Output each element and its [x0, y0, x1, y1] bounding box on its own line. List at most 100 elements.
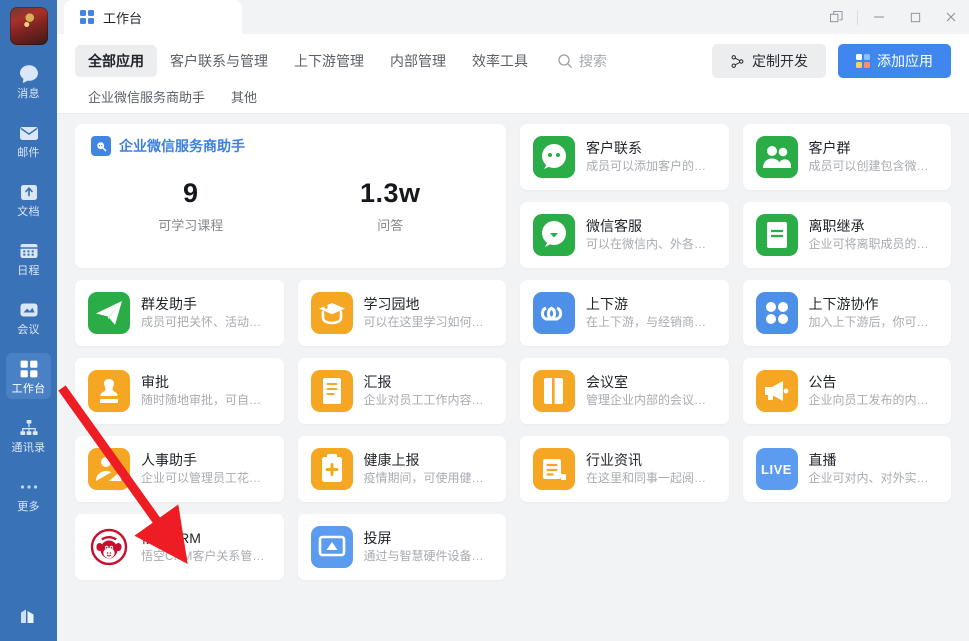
sidebar-item-label: 日程 [17, 265, 40, 278]
app-card-desc: 随时随地审批，可自定… [141, 392, 271, 409]
app-grid: 企业微信服务商助手 9可学习课程1.3w问答 客户联系成员可以添加客户的微… 客户… [75, 124, 951, 580]
app-card[interactable]: 群发助手成员可把关怀、活动等… [75, 280, 284, 346]
category-row-primary: 全部应用客户联系与管理上下游管理内部管理效率工具 搜索 [75, 42, 951, 80]
close-window-button[interactable] [933, 2, 969, 32]
app-card[interactable]: 会议室管理企业内部的会议室… [520, 358, 729, 424]
sidebar-item-5[interactable]: 会议 [6, 294, 51, 340]
sidebar-item-label: 工作台 [12, 383, 46, 396]
category-tab-row1-5[interactable]: 效率工具 [459, 45, 541, 77]
app-card[interactable]: 微信客服可以在微信内、外各个… [520, 202, 729, 268]
app-card[interactable]: 离职继承企业可将离职成员的客… [743, 202, 952, 268]
promo-stat-label: 可学习课程 [91, 215, 291, 234]
custom-dev-button[interactable]: 定制开发 [712, 44, 826, 78]
app-card[interactable]: 公告企业向员工发布的内部… [743, 358, 952, 424]
app-card-text: 汇报企业对员工工作内容及… [364, 373, 494, 409]
sidebar-item-4[interactable]: 日程 [6, 235, 51, 281]
app-card[interactable]: 悟空CRM悟空CRM客户关系管理… [75, 514, 284, 580]
graduation-hat-icon [311, 292, 353, 334]
app-card[interactable]: 人事助手企业可以管理员工花名… [75, 436, 284, 502]
app-card-text: 客户联系成员可以添加客户的微… [586, 139, 716, 175]
group-people-icon [756, 136, 798, 178]
app-card-desc: 在这里和同事一起阅读… [586, 470, 716, 487]
promo-stat-value: 1.3w [291, 176, 491, 210]
minimize-window-button[interactable] [861, 2, 897, 32]
category-tab-row1-1[interactable]: 全部应用 [75, 45, 157, 77]
restore-window-button[interactable] [818, 2, 854, 32]
left-nav-rail: 消息邮件文档日程会议工作台通讯录更多 [0, 0, 57, 641]
app-card[interactable]: 健康上报疫情期间，可使用健康… [298, 436, 507, 502]
sidebar-item-6[interactable]: 工作台 [6, 353, 51, 399]
app-card-text: 上下游在上下游，与经销商、… [586, 295, 716, 331]
app-card-text: 离职继承企业可将离职成员的客… [809, 217, 939, 253]
sidebar-item-8[interactable]: 更多 [6, 471, 51, 517]
app-card[interactable]: 汇报企业对员工工作内容及… [298, 358, 507, 424]
search-icon [557, 53, 573, 69]
promo-stat-2: 1.3w问答 [291, 176, 491, 234]
sidebar-item-1[interactable]: 消息 [6, 58, 51, 104]
category-tab-row1-3[interactable]: 上下游管理 [281, 45, 377, 77]
maximize-window-button[interactable] [897, 2, 933, 32]
search-input[interactable]: 搜索 [557, 51, 607, 71]
promo-header: 企业微信服务商助手 [91, 136, 490, 156]
company-entry[interactable] [0, 603, 57, 627]
promo-card-service-assistant[interactable]: 企业微信服务商助手 9可学习课程1.3w问答 [75, 124, 506, 268]
app-card-desc: 企业可将离职成员的客… [809, 236, 939, 253]
app-card-title: 群发助手 [141, 295, 271, 314]
app-card-desc: 通过与智慧硬件设备的… [364, 548, 494, 565]
envelope-icon [18, 122, 40, 144]
app-card-desc: 企业对员工工作内容及… [364, 392, 494, 409]
app-card-text: 行业资讯在这里和同事一起阅读… [586, 451, 716, 487]
app-card[interactable]: 上下游协作加入上下游后，你可以… [743, 280, 952, 346]
add-app-button[interactable]: 添加应用 [838, 44, 951, 78]
promo-title: 企业微信服务商助手 [119, 136, 245, 156]
calendar-icon [18, 240, 40, 262]
add-app-label: 添加应用 [877, 51, 933, 71]
sidebar-item-7[interactable]: 通讯录 [6, 412, 51, 458]
app-card-text: 悟空CRM悟空CRM客户关系管理… [141, 529, 271, 565]
app-card-text: 直播企业可对内、对外实时… [809, 451, 939, 487]
tab-strip: 工作台 [57, 0, 242, 34]
org-tree-icon [18, 417, 40, 439]
app-card-text: 会议室管理企业内部的会议室… [586, 373, 716, 409]
app-card-title: 上下游协作 [809, 295, 939, 314]
app-card[interactable]: 投屏通过与智慧硬件设备的… [298, 514, 507, 580]
app-card-text: 人事助手企业可以管理员工花名… [141, 451, 271, 487]
app-card-title: 上下游 [586, 295, 716, 314]
main-window: 工作台 [57, 0, 969, 641]
window-tab-label: 工作台 [103, 8, 142, 27]
window-controls [818, 0, 969, 34]
app-card-desc: 管理企业内部的会议室… [586, 392, 716, 409]
app-card-desc: 成员可把关怀、活动等… [141, 314, 271, 331]
category-tab-row2-2[interactable]: 其他 [218, 81, 270, 112]
app-card-desc: 可以在微信内、外各个… [586, 236, 716, 253]
category-tab-row1-4[interactable]: 内部管理 [377, 45, 459, 77]
category-tab-row2-1[interactable]: 企业微信服务商助手 [75, 81, 218, 112]
app-card-title: 公告 [809, 373, 939, 392]
transfer-doc-icon [756, 214, 798, 256]
app-card[interactable]: 上下游在上下游，与经销商、… [520, 280, 729, 346]
document-icon [18, 181, 40, 203]
app-card[interactable]: 学习园地可以在这里学习如何做… [298, 280, 507, 346]
category-tab-row1-2[interactable]: 客户联系与管理 [157, 45, 281, 77]
app-card-desc: 可以在这里学习如何做… [364, 314, 494, 331]
window-tab-workbench[interactable]: 工作台 [64, 0, 242, 34]
app-card[interactable]: LIVE直播企业可对内、对外实时… [743, 436, 952, 502]
stamp-approve-icon [88, 370, 130, 412]
app-card[interactable]: 审批随时随地审批，可自定… [75, 358, 284, 424]
sidebar-item-3[interactable]: 文档 [6, 176, 51, 222]
sidebar-item-2[interactable]: 邮件 [6, 117, 51, 163]
avatar[interactable] [10, 7, 48, 45]
app-card-text: 群发助手成员可把关怀、活动等… [141, 295, 271, 331]
titlebar: 工作台 [57, 0, 969, 34]
app-card-desc: 成员可以创建包含微信… [809, 158, 939, 175]
app-card[interactable]: 行业资讯在这里和同事一起阅读… [520, 436, 729, 502]
chat-search-glyph [95, 140, 108, 153]
app-card-title: 悟空CRM [141, 529, 271, 548]
category-list-secondary: 企业微信服务商助手其他 [75, 81, 270, 112]
promo-stats: 9可学习课程1.3w问答 [91, 156, 490, 268]
company-building-icon [17, 603, 41, 627]
app-card[interactable]: 客户联系成员可以添加客户的微… [520, 124, 729, 190]
app-card-desc: 企业可对内、对外实时… [809, 470, 939, 487]
app-card[interactable]: 客户群成员可以创建包含微信… [743, 124, 952, 190]
app-card-title: 行业资讯 [586, 451, 716, 470]
